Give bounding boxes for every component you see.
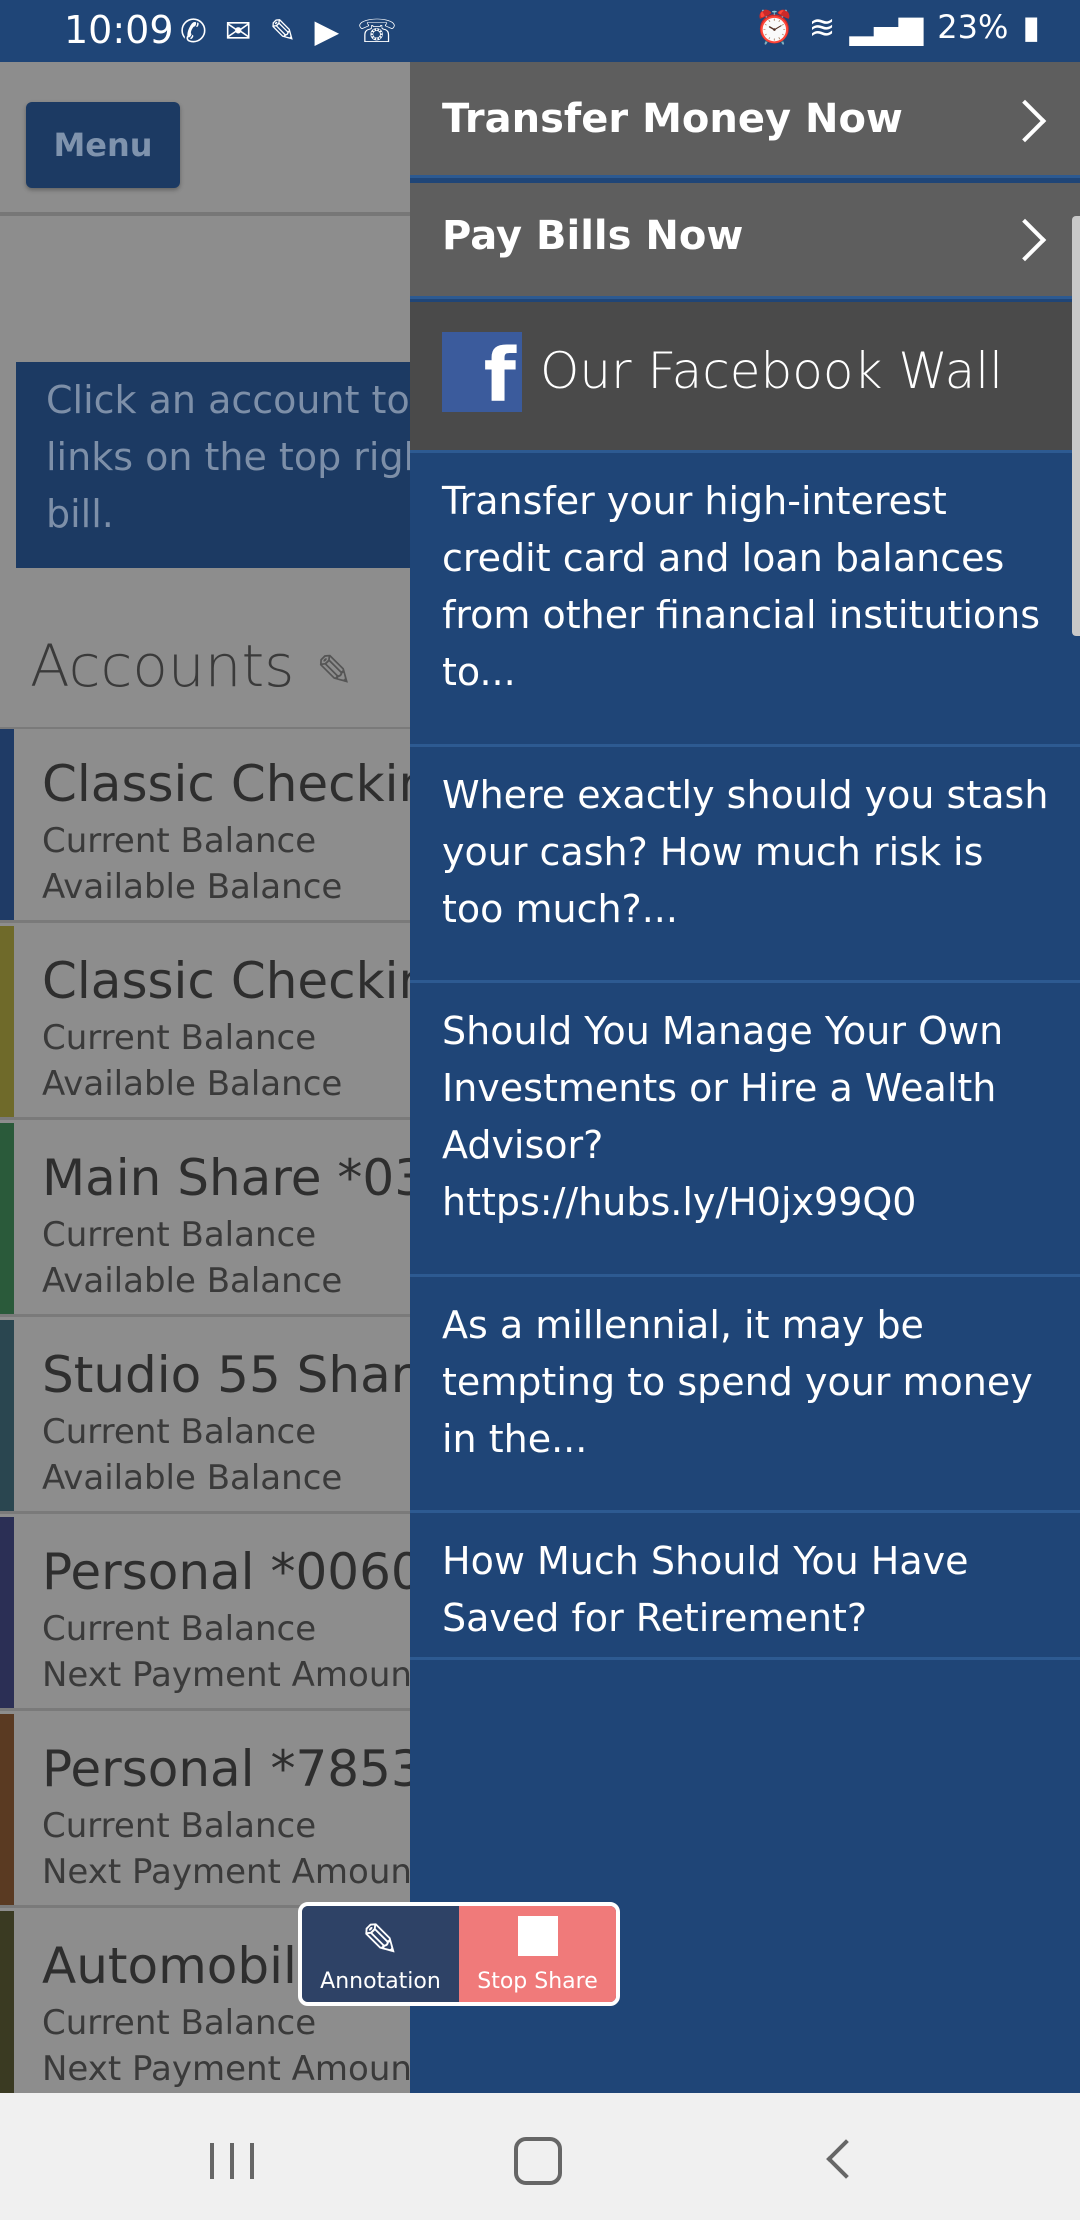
account-color-bar xyxy=(0,1123,14,1314)
wifi-icon: ≋ xyxy=(808,8,836,46)
account-line1: Current Balance xyxy=(42,1412,317,1452)
facebook-post[interactable]: As a millennial, it may be tempting to s… xyxy=(410,1274,1080,1510)
account-row[interactable]: Classic Checking Current Balance Availab… xyxy=(0,926,462,1120)
feather-icon: ✎ xyxy=(269,12,297,50)
account-name: Studio 55 Share xyxy=(42,1346,441,1404)
phone-icon: ☏ xyxy=(357,12,398,50)
account-line2: Next Payment Amount xyxy=(42,2049,426,2089)
divider xyxy=(0,212,420,216)
account-line1: Current Balance xyxy=(42,2003,317,2043)
status-time: 10:09 xyxy=(64,8,174,52)
facebook-post[interactable]: Where exactly should you stash your cash… xyxy=(410,744,1080,980)
account-line1: Current Balance xyxy=(42,1215,317,1255)
stop-share-button[interactable]: Stop Share xyxy=(459,1906,616,2002)
facebook-post[interactable]: Should You Manage Your Own Investments o… xyxy=(410,980,1080,1274)
transfer-money-item[interactable]: Transfer Money Now xyxy=(410,62,1080,178)
account-line2: Available Balance xyxy=(42,867,343,907)
annotation-button[interactable]: ✎ Annotation xyxy=(302,1906,459,2002)
account-row[interactable]: Personal *78531 Current Balance Next Pay… xyxy=(0,1714,455,1908)
notification-icons: ✆ ✉ ✎ ▶ ☏ xyxy=(180,12,397,50)
account-row[interactable]: Main Share *031 Current Balance Availabl… xyxy=(0,1123,458,1317)
account-row[interactable]: Personal *00602 Current Balance Next Pay… xyxy=(0,1517,455,1711)
pay-bills-item[interactable]: Pay Bills Now xyxy=(410,183,1080,299)
edit-pencil-icon[interactable]: ✎ xyxy=(316,648,364,696)
navigation-bar xyxy=(0,2093,1080,2220)
account-line1: Current Balance xyxy=(42,1018,317,1058)
back-icon[interactable] xyxy=(826,2139,866,2179)
account-line2: Available Balance xyxy=(42,1261,343,1301)
accounts-heading: Accounts xyxy=(30,632,295,700)
video-icon: ▶ xyxy=(314,12,340,50)
account-color-bar xyxy=(0,1714,14,1905)
facebook-icon: f xyxy=(442,332,522,412)
account-line2: Next Payment Amount xyxy=(42,1852,426,1892)
stop-square-icon xyxy=(459,1914,616,1966)
annotation-label: Annotation xyxy=(320,1969,441,1994)
facebook-post[interactable]: How Much Should You Have Saved for Retir… xyxy=(410,1510,1080,1660)
system-icons: ⏰ ≋ ▂▄▆ 23% ▮ xyxy=(755,8,1040,46)
facebook-wall-item[interactable]: f Our Facebook Wall xyxy=(410,302,1080,450)
recent-apps-icon[interactable] xyxy=(210,2143,254,2179)
account-color-bar xyxy=(0,1911,14,2093)
status-bar: 10:09 ✆ ✉ ✎ ▶ ☏ ⏰ ≋ ▂▄▆ 23% ▮ xyxy=(0,0,1080,62)
account-line1: Current Balance xyxy=(42,821,317,861)
account-name: Main Share *031 xyxy=(42,1149,458,1207)
pay-bills-label: Pay Bills Now xyxy=(442,213,744,259)
account-line2: Next Payment Amount xyxy=(42,1655,426,1695)
side-drawer: Transfer Money Now Pay Bills Now f Our F… xyxy=(410,62,1080,2093)
scrollbar[interactable] xyxy=(1072,216,1080,636)
account-row[interactable]: Studio 55 Share Current Balance Availabl… xyxy=(0,1320,441,1514)
account-line2: Available Balance xyxy=(42,1458,343,1498)
account-color-bar xyxy=(0,926,14,1117)
chevron-right-icon xyxy=(1003,218,1047,262)
transfer-money-label: Transfer Money Now xyxy=(442,96,903,142)
account-color-bar xyxy=(0,1320,14,1511)
menu-button[interactable]: Menu xyxy=(26,102,180,188)
chevron-right-icon xyxy=(1003,99,1047,143)
home-icon[interactable] xyxy=(514,2137,562,2185)
account-name: Personal *78531 xyxy=(42,1740,455,1798)
alarm-icon: ⏰ xyxy=(754,8,795,46)
signal-icon: ▂▄▆ xyxy=(849,8,924,46)
pencil-icon: ✎ xyxy=(361,1913,400,1967)
battery-percent: 23% xyxy=(937,8,1009,46)
account-row[interactable]: Classic Checking Current Balance Availab… xyxy=(0,729,462,923)
account-color-bar xyxy=(0,729,14,920)
account-name: Classic Checking xyxy=(42,952,462,1010)
account-line2: Available Balance xyxy=(42,1064,343,1104)
facebook-wall-label: Our Facebook Wall xyxy=(540,342,1003,400)
whatsapp-icon: ✆ xyxy=(180,12,207,50)
stop-share-label: Stop Share xyxy=(477,1969,598,1994)
account-line1: Current Balance xyxy=(42,1609,317,1649)
account-color-bar xyxy=(0,1517,14,1708)
account-name: Classic Checking xyxy=(42,755,462,813)
account-name: Personal *00602 xyxy=(42,1543,455,1601)
facebook-post[interactable]: Transfer your high-interest credit card … xyxy=(410,450,1080,744)
screen-share-toolbar: ✎ Annotation Stop Share xyxy=(298,1902,620,2006)
outlook-icon: ✉ xyxy=(224,12,252,50)
battery-charging-icon: ▮ xyxy=(1022,8,1040,46)
account-line1: Current Balance xyxy=(42,1806,317,1846)
